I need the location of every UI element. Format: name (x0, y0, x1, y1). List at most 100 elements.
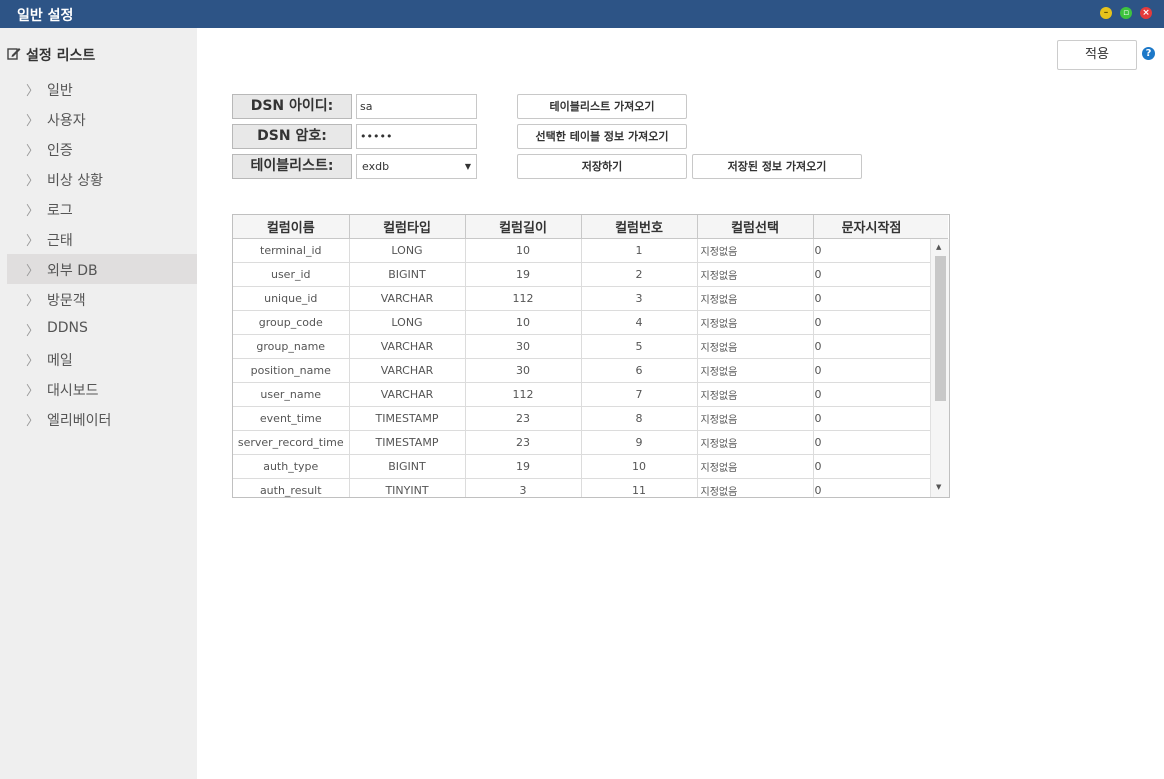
table-cell[interactable]: 0 (813, 310, 931, 335)
table-cell[interactable]: 지정없음 (697, 358, 814, 383)
table-cell[interactable]: 0 (813, 286, 931, 311)
table-cell[interactable]: 지정없음 (697, 286, 814, 311)
sidebar-item[interactable]: 〉 근태 (7, 224, 197, 254)
scroll-down-icon[interactable]: ▼ (936, 483, 941, 491)
dsn-id-label: DSN 아이디: (232, 94, 352, 119)
table-cell: 3 (581, 286, 698, 311)
column-header[interactable]: 컬럼타입 (349, 215, 466, 239)
title-bar: 일반 설정 – ▫ × (0, 0, 1164, 28)
sidebar-item[interactable]: 〉 DDNS (7, 314, 197, 344)
table-cell: VARCHAR (349, 286, 466, 311)
fetch-table-list-button[interactable]: 테이블리스트 가져오기 (517, 94, 687, 119)
minimize-icon[interactable]: – (1100, 7, 1112, 19)
table-row[interactable]: group_name VARCHAR 30 5 지정없음 0 (233, 334, 931, 359)
dsn-password-label: DSN 암호: (232, 124, 352, 149)
table-cell[interactable]: 0 (813, 406, 931, 431)
sidebar-item[interactable]: 〉 로그 (7, 194, 197, 224)
table-cell[interactable]: 지정없음 (697, 406, 814, 431)
table-cell: BIGINT (349, 262, 466, 287)
table-cell: 1 (581, 238, 698, 263)
table-cell[interactable]: 지정없음 (697, 430, 814, 455)
column-header[interactable]: 문자시작점 (813, 215, 931, 239)
table-cell: group_code (233, 310, 350, 335)
table-cell[interactable]: 0 (813, 262, 931, 287)
maximize-icon[interactable]: ▫ (1120, 7, 1132, 19)
sidebar-item[interactable]: 〉 비상 상황 (7, 164, 197, 194)
table-row[interactable]: user_id BIGINT 19 2 지정없음 0 (233, 262, 931, 287)
table-cell: event_time (233, 406, 350, 431)
table-cell[interactable]: 0 (813, 382, 931, 407)
table-row[interactable]: group_code LONG 10 4 지정없음 0 (233, 310, 931, 335)
table-cell[interactable]: 지정없음 (697, 310, 814, 335)
sidebar-item[interactable]: 〉 인증 (7, 134, 197, 164)
table-cell[interactable]: 0 (813, 430, 931, 455)
save-button[interactable]: 저장하기 (517, 154, 687, 179)
table-cell[interactable]: 0 (813, 238, 931, 263)
column-header[interactable]: 컬럼길이 (465, 215, 582, 239)
table-cell[interactable]: 지정없음 (697, 334, 814, 359)
table-row[interactable]: position_name VARCHAR 30 6 지정없음 0 (233, 358, 931, 383)
table-list-select[interactable]: exdb ▼ (356, 154, 477, 179)
sidebar-item-label: 메일 (47, 353, 73, 369)
sidebar-item[interactable]: 〉 메일 (7, 344, 197, 374)
table-cell: BIGINT (349, 454, 466, 479)
table-cell: 19 (465, 262, 582, 287)
sidebar-item[interactable]: 〉 방문객 (7, 284, 197, 314)
load-saved-info-button[interactable]: 저장된 정보 가져오기 (692, 154, 862, 179)
table-cell[interactable]: 지정없음 (697, 454, 814, 479)
sidebar-item[interactable]: 〉 대시보드 (7, 374, 197, 404)
grid-header-corner (930, 215, 948, 239)
chevron-right-icon: 〉 (26, 294, 40, 309)
table-cell: 2 (581, 262, 698, 287)
fetch-selected-table-info-button[interactable]: 선택한 테이블 정보 가져오기 (517, 124, 687, 149)
column-header[interactable]: 컬럼선택 (697, 215, 814, 239)
table-cell[interactable]: 지정없음 (697, 478, 814, 497)
close-icon[interactable]: × (1140, 7, 1152, 19)
table-cell[interactable]: 0 (813, 358, 931, 383)
dsn-password-input[interactable]: ••••• (356, 124, 477, 149)
table-cell[interactable]: 지정없음 (697, 262, 814, 287)
table-cell: user_name (233, 382, 350, 407)
table-row[interactable]: event_time TIMESTAMP 23 8 지정없음 0 (233, 406, 931, 431)
column-header[interactable]: 컬럼이름 (233, 215, 350, 239)
table-cell: 10 (465, 238, 582, 263)
table-row[interactable]: auth_type BIGINT 19 10 지정없음 0 (233, 454, 931, 479)
sidebar-item[interactable]: 〉 엘리베이터 (7, 404, 197, 434)
table-cell: 112 (465, 382, 582, 407)
table-row[interactable]: user_name VARCHAR 112 7 지정없음 0 (233, 382, 931, 407)
sidebar-item[interactable]: 〉 일반 (7, 74, 197, 104)
table-cell[interactable]: 지정없음 (697, 382, 814, 407)
column-header[interactable]: 컬럼번호 (581, 215, 698, 239)
table-cell[interactable]: 0 (813, 454, 931, 479)
sidebar-item-label: 엘리베이터 (47, 413, 112, 429)
scrollbar-thumb[interactable] (935, 256, 946, 401)
sidebar-item-label: 로그 (47, 203, 73, 219)
table-cell: VARCHAR (349, 334, 466, 359)
apply-button[interactable]: 적용 (1057, 40, 1137, 70)
table-cell: 9 (581, 430, 698, 455)
sidebar-item[interactable]: 〉 사용자 (7, 104, 197, 134)
sidebar-item[interactable]: 〉 외부 DB (7, 254, 197, 284)
dsn-id-input[interactable]: sa (356, 94, 477, 119)
table-cell: VARCHAR (349, 382, 466, 407)
table-row[interactable]: terminal_id LONG 10 1 지정없음 0 (233, 238, 931, 263)
table-row[interactable]: unique_id VARCHAR 112 3 지정없음 0 (233, 286, 931, 311)
sidebar-item-label: 대시보드 (47, 383, 99, 399)
table-cell: 11 (581, 478, 698, 497)
table-cell[interactable]: 0 (813, 478, 931, 497)
help-icon[interactable]: ? (1142, 47, 1155, 60)
vertical-scrollbar[interactable]: ▲ ▼ (930, 239, 949, 497)
table-cell: 30 (465, 334, 582, 359)
table-cell[interactable]: 지정없음 (697, 238, 814, 263)
scroll-up-icon[interactable]: ▲ (936, 243, 941, 251)
sidebar-header: 설정 리스트 (7, 45, 95, 65)
table-row[interactable]: server_record_time TIMESTAMP 23 9 지정없음 0 (233, 430, 931, 455)
sidebar-item-label: 비상 상황 (47, 173, 103, 189)
table-cell: terminal_id (233, 238, 350, 263)
chevron-right-icon: 〉 (26, 114, 40, 129)
table-cell[interactable]: 0 (813, 334, 931, 359)
table-row[interactable]: auth_result TINYINT 3 11 지정없음 0 (233, 478, 931, 497)
table-cell: 23 (465, 406, 582, 431)
sidebar-item-label: 일반 (47, 83, 73, 99)
edit-icon (7, 47, 21, 64)
